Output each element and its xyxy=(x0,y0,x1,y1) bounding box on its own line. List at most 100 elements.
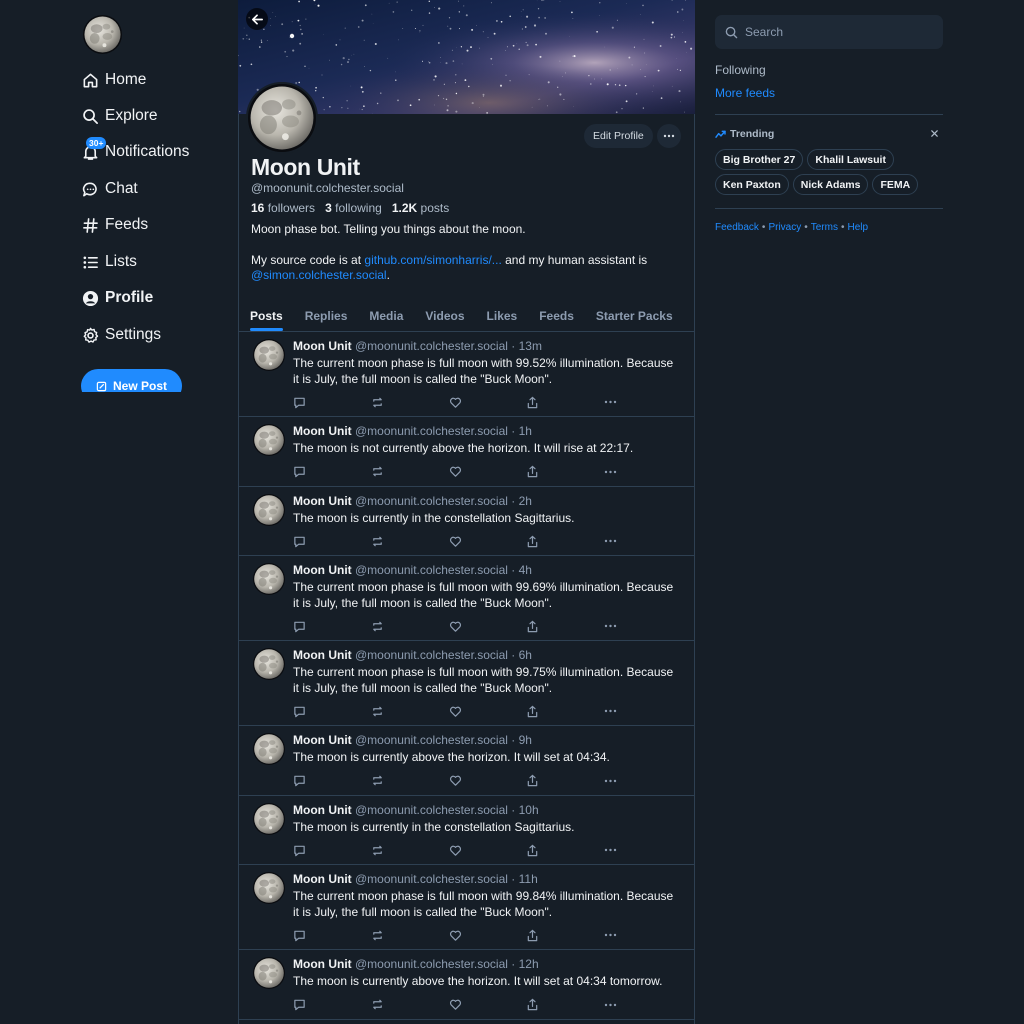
post-author-handle[interactable]: @moonunit.colchester.social xyxy=(355,872,508,886)
nav-item-notifications[interactable]: 30+ Notifications xyxy=(81,137,189,167)
nav-item-chat[interactable]: Chat xyxy=(81,174,138,204)
following-link[interactable]: 3 following xyxy=(325,201,382,215)
share-button[interactable] xyxy=(526,703,604,719)
source-code-link[interactable]: github.com/simonharris/... xyxy=(364,253,501,267)
back-button[interactable] xyxy=(246,8,268,30)
post-author-name[interactable]: Moon Unit xyxy=(293,872,352,886)
post-author-handle[interactable]: @moonunit.colchester.social xyxy=(355,339,508,353)
post-timestamp[interactable]: 1h xyxy=(519,424,532,438)
tab-posts[interactable]: Posts xyxy=(239,300,294,332)
repost-button[interactable] xyxy=(371,464,449,480)
repost-button[interactable] xyxy=(371,703,449,719)
trending-topic-chip[interactable]: Ken Paxton xyxy=(715,174,789,195)
trending-topic-chip[interactable]: Khalil Lawsuit xyxy=(807,149,894,170)
trending-topic-chip[interactable]: FEMA xyxy=(872,174,919,195)
share-button[interactable] xyxy=(526,927,604,943)
post-timestamp[interactable]: 11h xyxy=(519,872,538,886)
tab-media[interactable]: Media xyxy=(358,300,414,332)
post-timestamp[interactable]: 13m xyxy=(519,339,542,353)
reply-button[interactable] xyxy=(293,533,371,549)
nav-item-profile[interactable]: Profile xyxy=(81,283,153,313)
user-avatar[interactable] xyxy=(83,15,122,54)
more-feeds-link[interactable]: More feeds xyxy=(715,86,775,100)
tab-feeds[interactable]: Feeds xyxy=(528,300,585,332)
share-button[interactable] xyxy=(526,618,604,634)
post-timestamp[interactable]: 10h xyxy=(519,803,539,817)
post-item[interactable]: Moon Unit @moonunit.colchester.social · … xyxy=(238,950,695,1020)
post-avatar[interactable] xyxy=(253,493,285,526)
repost-button[interactable] xyxy=(371,618,449,634)
nav-item-settings[interactable]: Settings xyxy=(81,320,161,350)
post-avatar[interactable] xyxy=(253,872,285,904)
following-feed-link[interactable]: Following xyxy=(715,63,766,77)
reply-button[interactable] xyxy=(293,464,371,480)
assistant-link[interactable]: @simon.colchester.social xyxy=(251,268,387,282)
post-timestamp[interactable]: 6h xyxy=(519,648,532,662)
repost-button[interactable] xyxy=(371,394,449,410)
post-author-handle[interactable]: @moonunit.colchester.social xyxy=(355,733,508,747)
like-button[interactable] xyxy=(449,464,527,480)
post-item[interactable]: Moon Unit @moonunit.colchester.social · … xyxy=(238,417,695,487)
like-button[interactable] xyxy=(449,533,527,549)
footer-link-help[interactable]: Help xyxy=(848,222,869,233)
post-author-name[interactable]: Moon Unit xyxy=(293,424,352,438)
post-avatar[interactable] xyxy=(253,563,285,595)
tab-replies[interactable]: Replies xyxy=(294,300,359,332)
post-author-handle[interactable]: @moonunit.colchester.social xyxy=(355,803,508,817)
post-more-button[interactable] xyxy=(604,533,682,549)
like-button[interactable] xyxy=(449,927,527,943)
post-timestamp[interactable]: 12h xyxy=(519,957,539,971)
share-button[interactable] xyxy=(526,464,604,480)
post-more-button[interactable] xyxy=(604,773,682,789)
post-item[interactable]: Moon Unit @moonunit.colchester.social · … xyxy=(238,556,695,641)
post-avatar[interactable] xyxy=(253,733,285,765)
new-post-button[interactable]: New Post xyxy=(81,369,182,392)
post-author-handle[interactable]: @moonunit.colchester.social xyxy=(355,957,508,971)
share-button[interactable] xyxy=(526,773,604,789)
like-button[interactable] xyxy=(449,997,527,1013)
share-button[interactable] xyxy=(526,533,604,549)
post-author-handle[interactable]: @moonunit.colchester.social xyxy=(355,648,508,662)
post-more-button[interactable] xyxy=(604,703,682,719)
post-more-button[interactable] xyxy=(604,997,682,1013)
reply-button[interactable] xyxy=(293,773,371,789)
post-avatar[interactable] xyxy=(253,957,285,989)
post-avatar[interactable] xyxy=(253,802,285,835)
reply-button[interactable] xyxy=(293,394,371,410)
post-more-button[interactable] xyxy=(604,842,682,858)
post-avatar[interactable] xyxy=(253,339,285,371)
share-button[interactable] xyxy=(526,394,604,410)
post-author-name[interactable]: Moon Unit xyxy=(293,494,352,508)
nav-item-lists[interactable]: Lists xyxy=(81,247,137,277)
post-author-name[interactable]: Moon Unit xyxy=(293,957,352,971)
like-button[interactable] xyxy=(449,842,527,858)
footer-link-terms[interactable]: Terms xyxy=(811,222,838,233)
post-item[interactable]: Moon Unit @moonunit.colchester.social · … xyxy=(238,1019,695,1024)
post-timestamp[interactable]: 4h xyxy=(519,563,532,577)
reply-button[interactable] xyxy=(293,842,371,858)
tab-videos[interactable]: Videos xyxy=(414,300,475,332)
share-button[interactable] xyxy=(526,997,604,1013)
footer-link-feedback[interactable]: Feedback xyxy=(715,222,759,233)
post-more-button[interactable] xyxy=(604,394,682,410)
post-timestamp[interactable]: 9h xyxy=(519,733,532,747)
nav-item-explore[interactable]: Explore xyxy=(81,101,158,131)
post-more-button[interactable] xyxy=(604,464,682,480)
post-avatar[interactable] xyxy=(253,424,285,456)
post-author-name[interactable]: Moon Unit xyxy=(293,339,352,353)
reply-button[interactable] xyxy=(293,703,371,719)
like-button[interactable] xyxy=(449,703,527,719)
repost-button[interactable] xyxy=(371,842,449,858)
post-timestamp[interactable]: 2h xyxy=(519,494,532,508)
trending-topic-chip[interactable]: Nick Adams xyxy=(792,174,869,195)
trending-topic-chip[interactable]: Big Brother 27 xyxy=(715,149,804,170)
post-author-handle[interactable]: @moonunit.colchester.social xyxy=(355,494,508,508)
edit-profile-button[interactable]: Edit Profile xyxy=(584,124,653,148)
reply-button[interactable] xyxy=(293,927,371,943)
repost-button[interactable] xyxy=(371,773,449,789)
post-item[interactable]: Moon Unit @moonunit.colchester.social · … xyxy=(238,641,695,726)
tab-likes[interactable]: Likes xyxy=(476,300,529,332)
tab-lists[interactable]: Lists xyxy=(684,300,696,332)
post-item[interactable]: Moon Unit @moonunit.colchester.social · … xyxy=(238,486,695,556)
post-avatar[interactable] xyxy=(253,648,285,680)
